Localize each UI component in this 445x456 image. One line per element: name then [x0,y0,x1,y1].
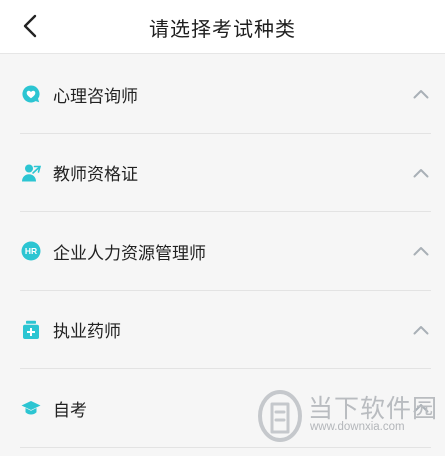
graduation-cap-icon [20,397,42,419]
heart-chat-icon [20,83,42,105]
category-item-self-study-exam[interactable]: 自考 [0,369,445,448]
chevron-up-icon[interactable] [411,320,431,340]
hr-badge-text: HR [25,246,37,256]
category-item-teacher[interactable]: 教师资格证 [0,134,445,213]
chevron-up-icon[interactable] [411,241,431,261]
category-label: 心理咨询师 [53,86,138,107]
header-bar: 请选择考试种类 [0,0,445,54]
category-item-psychology[interactable]: 心理咨询师 [0,55,445,134]
teacher-icon [20,162,42,184]
category-list: 心理咨询师 教师资格证 HR 企业人力资源管理师 执业药师 自考 [0,55,445,448]
category-label: 教师资格证 [53,165,138,186]
category-label: 自考 [53,400,87,421]
chevron-up-icon[interactable] [411,163,431,183]
chevron-up-icon[interactable] [411,398,431,418]
category-item-pharmacist[interactable]: 执业药师 [0,291,445,370]
page-title: 请选择考试种类 [149,16,296,41]
category-label: 企业人力资源管理师 [53,243,206,264]
hr-badge-icon: HR [20,240,42,262]
chevron-up-icon[interactable] [411,84,431,104]
category-item-hr-manager[interactable]: HR 企业人力资源管理师 [0,212,445,291]
category-label: 执业药师 [53,322,121,343]
medicine-bottle-icon [20,319,42,341]
